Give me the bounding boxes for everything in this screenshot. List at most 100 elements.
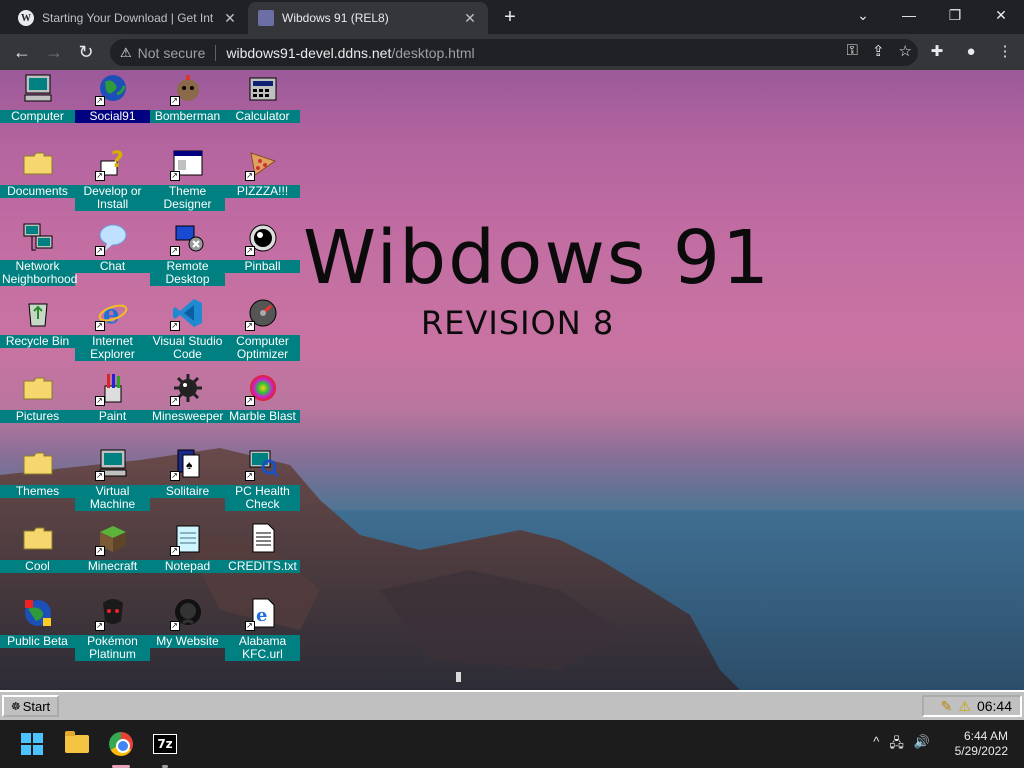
desktop-icon[interactable]: ? ↗ Develop or Install (75, 145, 150, 220)
warning-icon[interactable]: ⚠ (120, 45, 132, 61)
desktop-icon-label: Computer Optimizer (225, 335, 300, 361)
chevron-up-icon[interactable]: ^ (873, 734, 879, 756)
desktop-icon[interactable]: ↗ Notepad (150, 520, 225, 595)
windows-start-icon[interactable] (16, 728, 48, 760)
bomberman-icon: ↗ (169, 72, 204, 106)
desktop-icon[interactable]: ↗ Social91 (75, 70, 150, 145)
desktop-icon[interactable]: Pictures (0, 370, 75, 445)
desktop-icon[interactable]: Recycle Bin (0, 295, 75, 370)
desktop-icon[interactable]: ↗ My Website (150, 595, 225, 670)
desktop-icon[interactable]: Themes (0, 445, 75, 520)
desktop-icon-label: Bomberman (150, 110, 225, 123)
paint-icon: ↗ (94, 372, 129, 406)
desktop-icon[interactable]: Cool (0, 520, 75, 595)
divider (215, 44, 217, 61)
close-window-button[interactable]: ✕ (978, 0, 1024, 32)
desktop-icon[interactable]: ↗ PC Health Check (225, 445, 300, 520)
desktop-icon-label: Paint (75, 410, 150, 423)
desktop-icon[interactable]: Computer (0, 70, 75, 145)
svg-text:e: e (103, 300, 120, 329)
remote-desktop-icon: ↗ (169, 222, 204, 256)
chrome-icon[interactable] (105, 728, 137, 760)
desktop-icon[interactable]: ↗ Paint (75, 370, 150, 445)
cards-icon: ♠ ↗ (169, 447, 204, 481)
network-icon[interactable]: 🖧 (889, 734, 904, 756)
desktop-icon[interactable]: Network Neighborhood (0, 220, 77, 295)
forward-arrow-icon[interactable]: → (38, 36, 70, 68)
url-host: wibdows91-devel.ddns.net (226, 44, 392, 61)
desktop-icon[interactable]: e ↗ Alabama KFC.url (225, 595, 300, 670)
github-icon: ↗ (169, 597, 204, 631)
file-explorer-icon[interactable] (61, 728, 93, 760)
tab-wibdows91[interactable]: Wibdows 91 (REL8) ✕ (248, 2, 488, 34)
desktop-icon[interactable]: Public Beta (0, 595, 75, 670)
desktop-icon[interactable]: e ↗ Internet Explorer (75, 295, 150, 370)
share-icon[interactable]: ⇪ (872, 42, 885, 60)
start-button[interactable]: ☸ Start (2, 695, 59, 717)
desktop-icon[interactable]: ↗ Remote Desktop (150, 220, 225, 295)
desktop-icon[interactable]: ↗ Minecraft (75, 520, 150, 595)
url-path: /desktop.html (391, 44, 475, 61)
tab-title: Wibdows 91 (REL8) (282, 11, 389, 25)
desktop-icon[interactable]: ↗ PIZZZA!!! (225, 145, 300, 220)
shortcut-arrow-icon: ↗ (244, 321, 255, 331)
shortcut-arrow-icon: ↗ (244, 246, 255, 256)
extensions-icon[interactable]: ✚ (924, 36, 950, 68)
start-label: Start (22, 698, 51, 714)
desktop-icon[interactable]: ↗ Visual Studio Code (150, 295, 225, 370)
tab-close-icon[interactable]: ✕ (222, 10, 238, 27)
tab-search-button[interactable]: ⌄ (840, 0, 886, 32)
maximize-button[interactable]: ❐ (932, 0, 978, 32)
shortcut-arrow-icon: ↗ (94, 321, 105, 331)
desktop-icon[interactable]: ↗ Computer Optimizer (225, 295, 300, 370)
desktop-icon-label: Minecraft (75, 560, 150, 573)
w91-desktop[interactable]: Wibdows 91 REVISION 8 Computer ↗ Social91 ↗… (0, 70, 1024, 690)
star-icon[interactable]: ☆ (899, 42, 912, 60)
volume-icon[interactable]: 🔊 (914, 734, 930, 756)
pencil-icon[interactable]: ✎ (941, 698, 953, 715)
menu-icon[interactable]: ⋮ (992, 36, 1018, 68)
desktop-icon[interactable]: ↗ Marble Blast (225, 370, 300, 445)
desktop-icon[interactable]: Documents (0, 145, 75, 220)
address-bar[interactable]: ⚠ Not secure wibdows91-devel.ddns.net /d… (110, 39, 918, 66)
minimize-button[interactable]: — (886, 0, 932, 32)
shortcut-arrow-icon: ↗ (244, 471, 255, 481)
desktop-icon[interactable]: ♠ ↗ Solitaire (150, 445, 225, 520)
desktop-icon[interactable]: ↗ Pokémon Platinum (75, 595, 150, 670)
desktop-icon-label: Calculator (225, 110, 300, 123)
os-clock[interactable]: 6:44 AM 5/29/2022 (955, 729, 1008, 759)
shortcut-arrow-icon: ↗ (169, 621, 180, 631)
desktop-icon[interactable]: CREDITS.txt (225, 520, 300, 595)
w91-clock[interactable]: 06:44 (977, 698, 1012, 714)
7zip-icon[interactable]: 7z (149, 728, 181, 760)
desktop-icon[interactable]: ↗ Chat (75, 220, 150, 295)
desktop-icon[interactable]: ↗ Virtual Machine (75, 445, 150, 520)
reload-icon[interactable]: ↻ (70, 36, 102, 68)
desktop-icon-label: Computer (0, 110, 75, 123)
desktop-icon[interactable]: ↗ Pinball (225, 220, 300, 295)
warning-icon[interactable]: ⚠ (958, 698, 971, 715)
desktop-icon[interactable]: ↗ Theme Designer (150, 145, 225, 220)
desktop-icon-label: CREDITS.txt (225, 560, 300, 573)
security-label[interactable]: Not secure (138, 45, 206, 61)
desktop-icon[interactable]: Calculator (225, 70, 300, 145)
desktop-icon-label: Public Beta (0, 635, 75, 648)
shortcut-arrow-icon: ↗ (94, 621, 105, 631)
profile-icon[interactable]: ● (958, 36, 984, 68)
tab-title: Starting Your Download | Get Int (42, 11, 214, 25)
desktop-icon-label: Minesweeper (150, 409, 225, 423)
shortcut-arrow-icon: ↗ (94, 396, 105, 406)
desktop-icon-label: Notepad (150, 560, 225, 573)
os-taskbar: 7z ^ 🖧 🔊 6:44 AM 5/29/2022 (0, 720, 1024, 768)
gauge-icon: ↗ (244, 297, 279, 331)
computer-icon: ↗ (94, 447, 129, 481)
tab-download[interactable]: W Starting Your Download | Get Int ✕ (8, 2, 248, 34)
key-icon[interactable]: ⚿ (847, 42, 858, 60)
tab-close-icon[interactable]: ✕ (462, 10, 478, 27)
back-arrow-icon[interactable]: ← (6, 36, 38, 68)
desktop-icon[interactable]: ↗ Bomberman (150, 70, 225, 145)
desktop-icon[interactable]: ↗ Minesweeper (150, 370, 225, 445)
shortcut-arrow-icon: ↗ (94, 171, 105, 181)
desktop-icon-label: Social91 (75, 110, 150, 123)
new-tab-button[interactable]: + (496, 4, 524, 32)
